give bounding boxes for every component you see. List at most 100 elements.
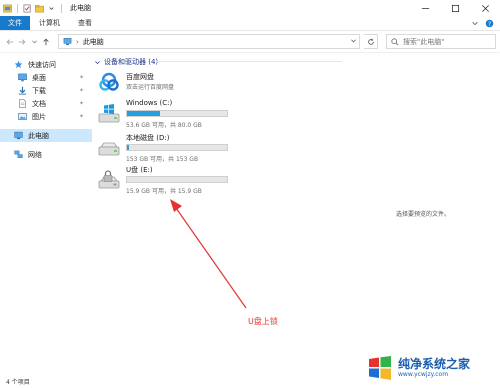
- back-arrow-icon: [6, 38, 14, 45]
- windows-drive-icon: [98, 104, 120, 123]
- locked-drive-icon: [98, 170, 120, 189]
- desktop-icon: [18, 73, 27, 82]
- watermark-url: www.ycwjzy.com: [398, 371, 449, 378]
- tab-file[interactable]: 文件: [0, 16, 30, 30]
- window-title: 此电脑: [70, 4, 91, 12]
- close-button[interactable]: [470, 0, 500, 16]
- star-icon: [14, 60, 23, 69]
- chevron-down-icon[interactable]: [47, 4, 56, 13]
- chevron-down-icon: [31, 40, 37, 44]
- svg-text:?: ?: [488, 21, 491, 27]
- new-folder-icon[interactable]: [35, 4, 44, 13]
- sidebar-item-label: 下载: [32, 86, 46, 95]
- navigation-pane: 快速访问 桌面 ✦ 下载 ✦ 文档 ✦ 图片 ✦ 此电脑 网络: [0, 58, 92, 368]
- picture-icon: [18, 113, 27, 120]
- drive-space-info: 153 GB 可用，共 153 GB: [126, 156, 199, 163]
- sidebar-item-network[interactable]: 网络: [0, 148, 92, 161]
- close-icon: [481, 4, 489, 12]
- toolbar-divider: [17, 3, 18, 13]
- search-box[interactable]: 搜索"此电脑": [386, 34, 496, 49]
- hard-drive-icon: [98, 142, 120, 156]
- back-button[interactable]: [4, 35, 16, 49]
- minimize-button[interactable]: [410, 0, 440, 16]
- breadcrumb-this-pc[interactable]: 此电脑: [83, 37, 104, 47]
- baidu-netdisk-item[interactable]: 百度网盘 双击运行百度网盘: [98, 71, 298, 97]
- drive-usage-bar: [126, 144, 228, 151]
- breadcrumb-separator-icon: ›: [76, 37, 79, 46]
- tab-view[interactable]: 查看: [69, 16, 101, 30]
- drive-item-e[interactable]: U盘 (E:) 15.9 GB 可用，共 15.9 GB: [98, 165, 238, 195]
- sidebar-item-label: 快速访问: [28, 60, 56, 69]
- chevron-down-icon: [95, 60, 100, 64]
- annotation-label: U盘上锁: [248, 317, 278, 326]
- drive-usage-fill: [127, 111, 160, 116]
- help-icon[interactable]: ?: [485, 19, 494, 28]
- sidebar-item-this-pc[interactable]: 此电脑: [0, 129, 92, 142]
- watermark-title: 纯净系统之家: [398, 357, 471, 371]
- up-arrow-icon: [43, 38, 49, 45]
- sidebar-item-documents[interactable]: 文档 ✦: [0, 97, 92, 110]
- pin-icon[interactable]: ✦: [79, 113, 84, 120]
- quick-access-toolbar: [0, 3, 64, 13]
- expand-ribbon-icon[interactable]: [471, 19, 479, 27]
- sidebar-item-label: 图片: [32, 112, 46, 121]
- tab-computer[interactable]: 计算机: [30, 16, 69, 30]
- window-icon: [3, 4, 12, 12]
- drive-name: 百度网盘: [126, 73, 154, 81]
- drive-item-c[interactable]: Windows (C:) 53.6 GB 可用，共 80.0 GB: [98, 99, 238, 129]
- site-watermark: 纯净系统之家 www.ycwjzy.com: [366, 352, 496, 384]
- toolbar-divider: [61, 3, 62, 13]
- navigation-bar: › 此电脑 搜索"此电脑": [0, 31, 500, 53]
- drive-name: 本地磁盘 (D:): [126, 134, 170, 142]
- sidebar-item-pictures[interactable]: 图片 ✦: [0, 110, 92, 123]
- watermark-logo-icon: [369, 356, 391, 380]
- title-bar: 此电脑: [0, 0, 500, 16]
- address-bar[interactable]: › 此电脑: [58, 34, 360, 49]
- window-controls: [410, 0, 500, 16]
- recent-locations-button[interactable]: [28, 35, 40, 49]
- ribbon-right-controls: ?: [471, 16, 500, 30]
- sidebar-item-label: 桌面: [32, 73, 46, 82]
- refresh-button[interactable]: [364, 34, 378, 49]
- document-icon: [19, 99, 26, 108]
- download-icon: [18, 86, 27, 95]
- computer-icon: [63, 38, 72, 46]
- drive-space-info: 53.6 GB 可用，共 80.0 GB: [126, 122, 202, 129]
- network-icon: [14, 150, 23, 158]
- chevron-down-icon: [350, 39, 356, 43]
- up-button[interactable]: [40, 35, 52, 49]
- search-icon: [391, 37, 399, 45]
- forward-button[interactable]: [16, 35, 28, 49]
- pin-icon[interactable]: ✦: [79, 87, 84, 94]
- ribbon: 文件 计算机 查看 ?: [0, 16, 500, 31]
- pin-icon[interactable]: ✦: [79, 74, 84, 81]
- search-placeholder: 搜索"此电脑": [403, 37, 445, 46]
- properties-icon[interactable]: [23, 4, 32, 13]
- sidebar-item-label: 网络: [28, 150, 42, 159]
- sidebar-item-quick-access[interactable]: 快速访问: [0, 58, 92, 71]
- pin-icon[interactable]: ✦: [79, 100, 84, 107]
- drive-item-d[interactable]: 本地磁盘 (D:) 153 GB 可用，共 153 GB: [98, 133, 238, 163]
- forward-arrow-icon: [18, 38, 26, 45]
- drive-usage-bar: [126, 176, 228, 183]
- watermark-text-block: 纯净系统之家 www.ycwjzy.com: [398, 357, 471, 379]
- drive-description: 双击运行百度网盘: [126, 84, 175, 91]
- preview-placeholder: 选择要预览的文件。: [396, 211, 451, 218]
- drive-usage-fill: [127, 145, 129, 150]
- baidu-netdisk-icon: [99, 72, 119, 91]
- section-divider: [156, 61, 342, 62]
- sidebar-item-downloads[interactable]: 下载 ✦: [0, 84, 92, 97]
- address-dropdown-button[interactable]: [347, 37, 359, 46]
- drive-name: Windows (C:): [126, 99, 173, 107]
- item-count: 4 个项目: [6, 378, 30, 386]
- sidebar-item-label: 此电脑: [28, 131, 49, 140]
- devices-section-header[interactable]: 设备和驱动器 (4): [94, 57, 158, 67]
- maximize-button[interactable]: [440, 0, 470, 16]
- refresh-icon: [367, 37, 374, 45]
- annotation-arrow: [170, 199, 247, 309]
- minimize-icon: [421, 7, 429, 9]
- sidebar-item-desktop[interactable]: 桌面 ✦: [0, 71, 92, 84]
- computer-icon: [14, 131, 23, 140]
- drive-space-info: 15.9 GB 可用，共 15.9 GB: [126, 188, 202, 195]
- drive-name: U盘 (E:): [126, 166, 153, 174]
